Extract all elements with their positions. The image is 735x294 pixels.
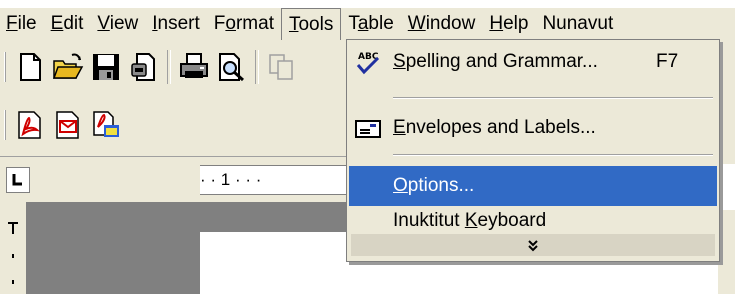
permission-icon[interactable]	[128, 51, 160, 83]
menu-file-post: ile	[17, 13, 37, 34]
menu-bar: File Edit View Insert Format Tools Table…	[0, 8, 735, 40]
menu-item-options[interactable]: Options...	[349, 166, 717, 206]
menu-table-post: ble	[368, 13, 394, 34]
label-post: ptions...	[407, 175, 475, 196]
menu-help[interactable]: Help	[482, 9, 535, 39]
toolbar-separator	[167, 50, 171, 84]
toolbar-grip[interactable]	[4, 110, 7, 140]
pdf-icon[interactable]	[14, 109, 46, 141]
right-toolbar-edge	[718, 40, 735, 294]
menu-edit-post: dit	[63, 13, 84, 34]
menu-file[interactable]: File	[0, 9, 44, 39]
right-ruler-edge	[718, 164, 735, 210]
menu-separator	[393, 97, 713, 99]
window-top-strip	[0, 0, 735, 8]
pdf-review-icon[interactable]	[90, 109, 122, 141]
vertical-ruler[interactable]	[0, 202, 27, 294]
menu-item-inuktitut-keyboard[interactable]: Inuktitut Keyboard	[349, 206, 717, 236]
label-post: nvelopes and Labels...	[405, 117, 596, 138]
chevron-double-down-icon	[528, 240, 538, 252]
menu-insert-post: nsert	[157, 13, 200, 34]
horizontal-ruler[interactable]: · · 1 · · ·	[200, 165, 352, 195]
document-page[interactable]	[200, 232, 352, 294]
menu-nunavut[interactable]: Nunavut	[535, 9, 620, 39]
menu-nunavut-label: Nunavut	[542, 13, 614, 34]
menu-item-label: Inuktitut Keyboard	[393, 206, 546, 236]
menu-table[interactable]: Table	[341, 9, 400, 39]
horizontal-ruler-bar: · · 1 · · ·	[0, 156, 352, 203]
menu-item-envelopes-labels[interactable]: Envelopes and Labels...	[349, 108, 717, 148]
menu-item-label: Options...	[393, 166, 474, 206]
copy-icon[interactable]	[266, 51, 298, 83]
pdf-toolbar	[0, 94, 352, 156]
pdf-email-icon[interactable]	[52, 109, 84, 141]
menu-help-accel: H	[489, 13, 504, 34]
label-pre: Inuktitut	[393, 210, 465, 231]
menu-file-accel: F	[6, 13, 18, 34]
menu-view-post: iew	[109, 13, 139, 34]
ruler-mark	[12, 254, 14, 258]
open-folder-icon[interactable]	[52, 51, 84, 83]
menu-item-label: Envelopes and Labels...	[393, 108, 596, 148]
print-preview-icon[interactable]	[216, 51, 248, 83]
tools-menu: ABC Spelling and Grammar... F7 Envelopes…	[346, 39, 720, 262]
tab-stop-selector[interactable]	[6, 167, 30, 193]
menu-item-label: Spelling and Grammar...	[393, 42, 598, 82]
menu-view-accel: V	[97, 13, 110, 34]
menu-table-pre: T	[348, 13, 358, 34]
label-accel: E	[393, 117, 406, 138]
menu-tools-post: ools	[298, 14, 334, 35]
envelope-icon	[355, 116, 381, 140]
menu-table-accel: a	[357, 13, 369, 34]
menu-help-post: elp	[503, 13, 529, 34]
label-accel: O	[393, 175, 408, 196]
menu-item-spelling-grammar[interactable]: ABC Spelling and Grammar... F7	[349, 42, 717, 82]
new-document-icon[interactable]	[14, 51, 46, 83]
label-accel: S	[393, 51, 406, 72]
menu-tools[interactable]: Tools	[280, 8, 342, 40]
ruler-mark	[12, 280, 14, 284]
ruler-ticks: · · 1 · · ·	[200, 170, 262, 189]
label-post: pelling and Grammar...	[405, 51, 598, 72]
toolbar-grip[interactable]	[4, 52, 7, 82]
menu-format-pre: F	[213, 13, 226, 34]
standard-toolbar	[0, 40, 352, 94]
save-icon[interactable]	[90, 51, 122, 83]
menu-edit[interactable]: Edit	[44, 9, 91, 39]
expand-menu-button[interactable]	[351, 234, 715, 256]
menu-format-post: rmat	[235, 13, 274, 34]
menu-insert[interactable]: Insert	[145, 9, 207, 39]
menu-separator	[393, 154, 713, 156]
menu-format[interactable]: Format	[207, 9, 281, 39]
menu-item-shortcut: F7	[656, 51, 679, 72]
label-post: eyboard	[477, 210, 547, 231]
menu-window-accel: W	[407, 13, 426, 34]
menu-edit-accel: E	[50, 13, 64, 34]
menu-window[interactable]: Window	[401, 9, 483, 39]
menu-view[interactable]: View	[90, 9, 145, 39]
ruler-mark	[12, 224, 14, 234]
toolbar-separator	[255, 50, 259, 84]
label-accel: K	[464, 210, 478, 231]
menu-format-accel: o	[225, 13, 236, 34]
print-icon[interactable]	[178, 51, 210, 83]
menu-window-post: indow	[425, 13, 476, 34]
spelling-check-icon: ABC	[355, 50, 380, 75]
